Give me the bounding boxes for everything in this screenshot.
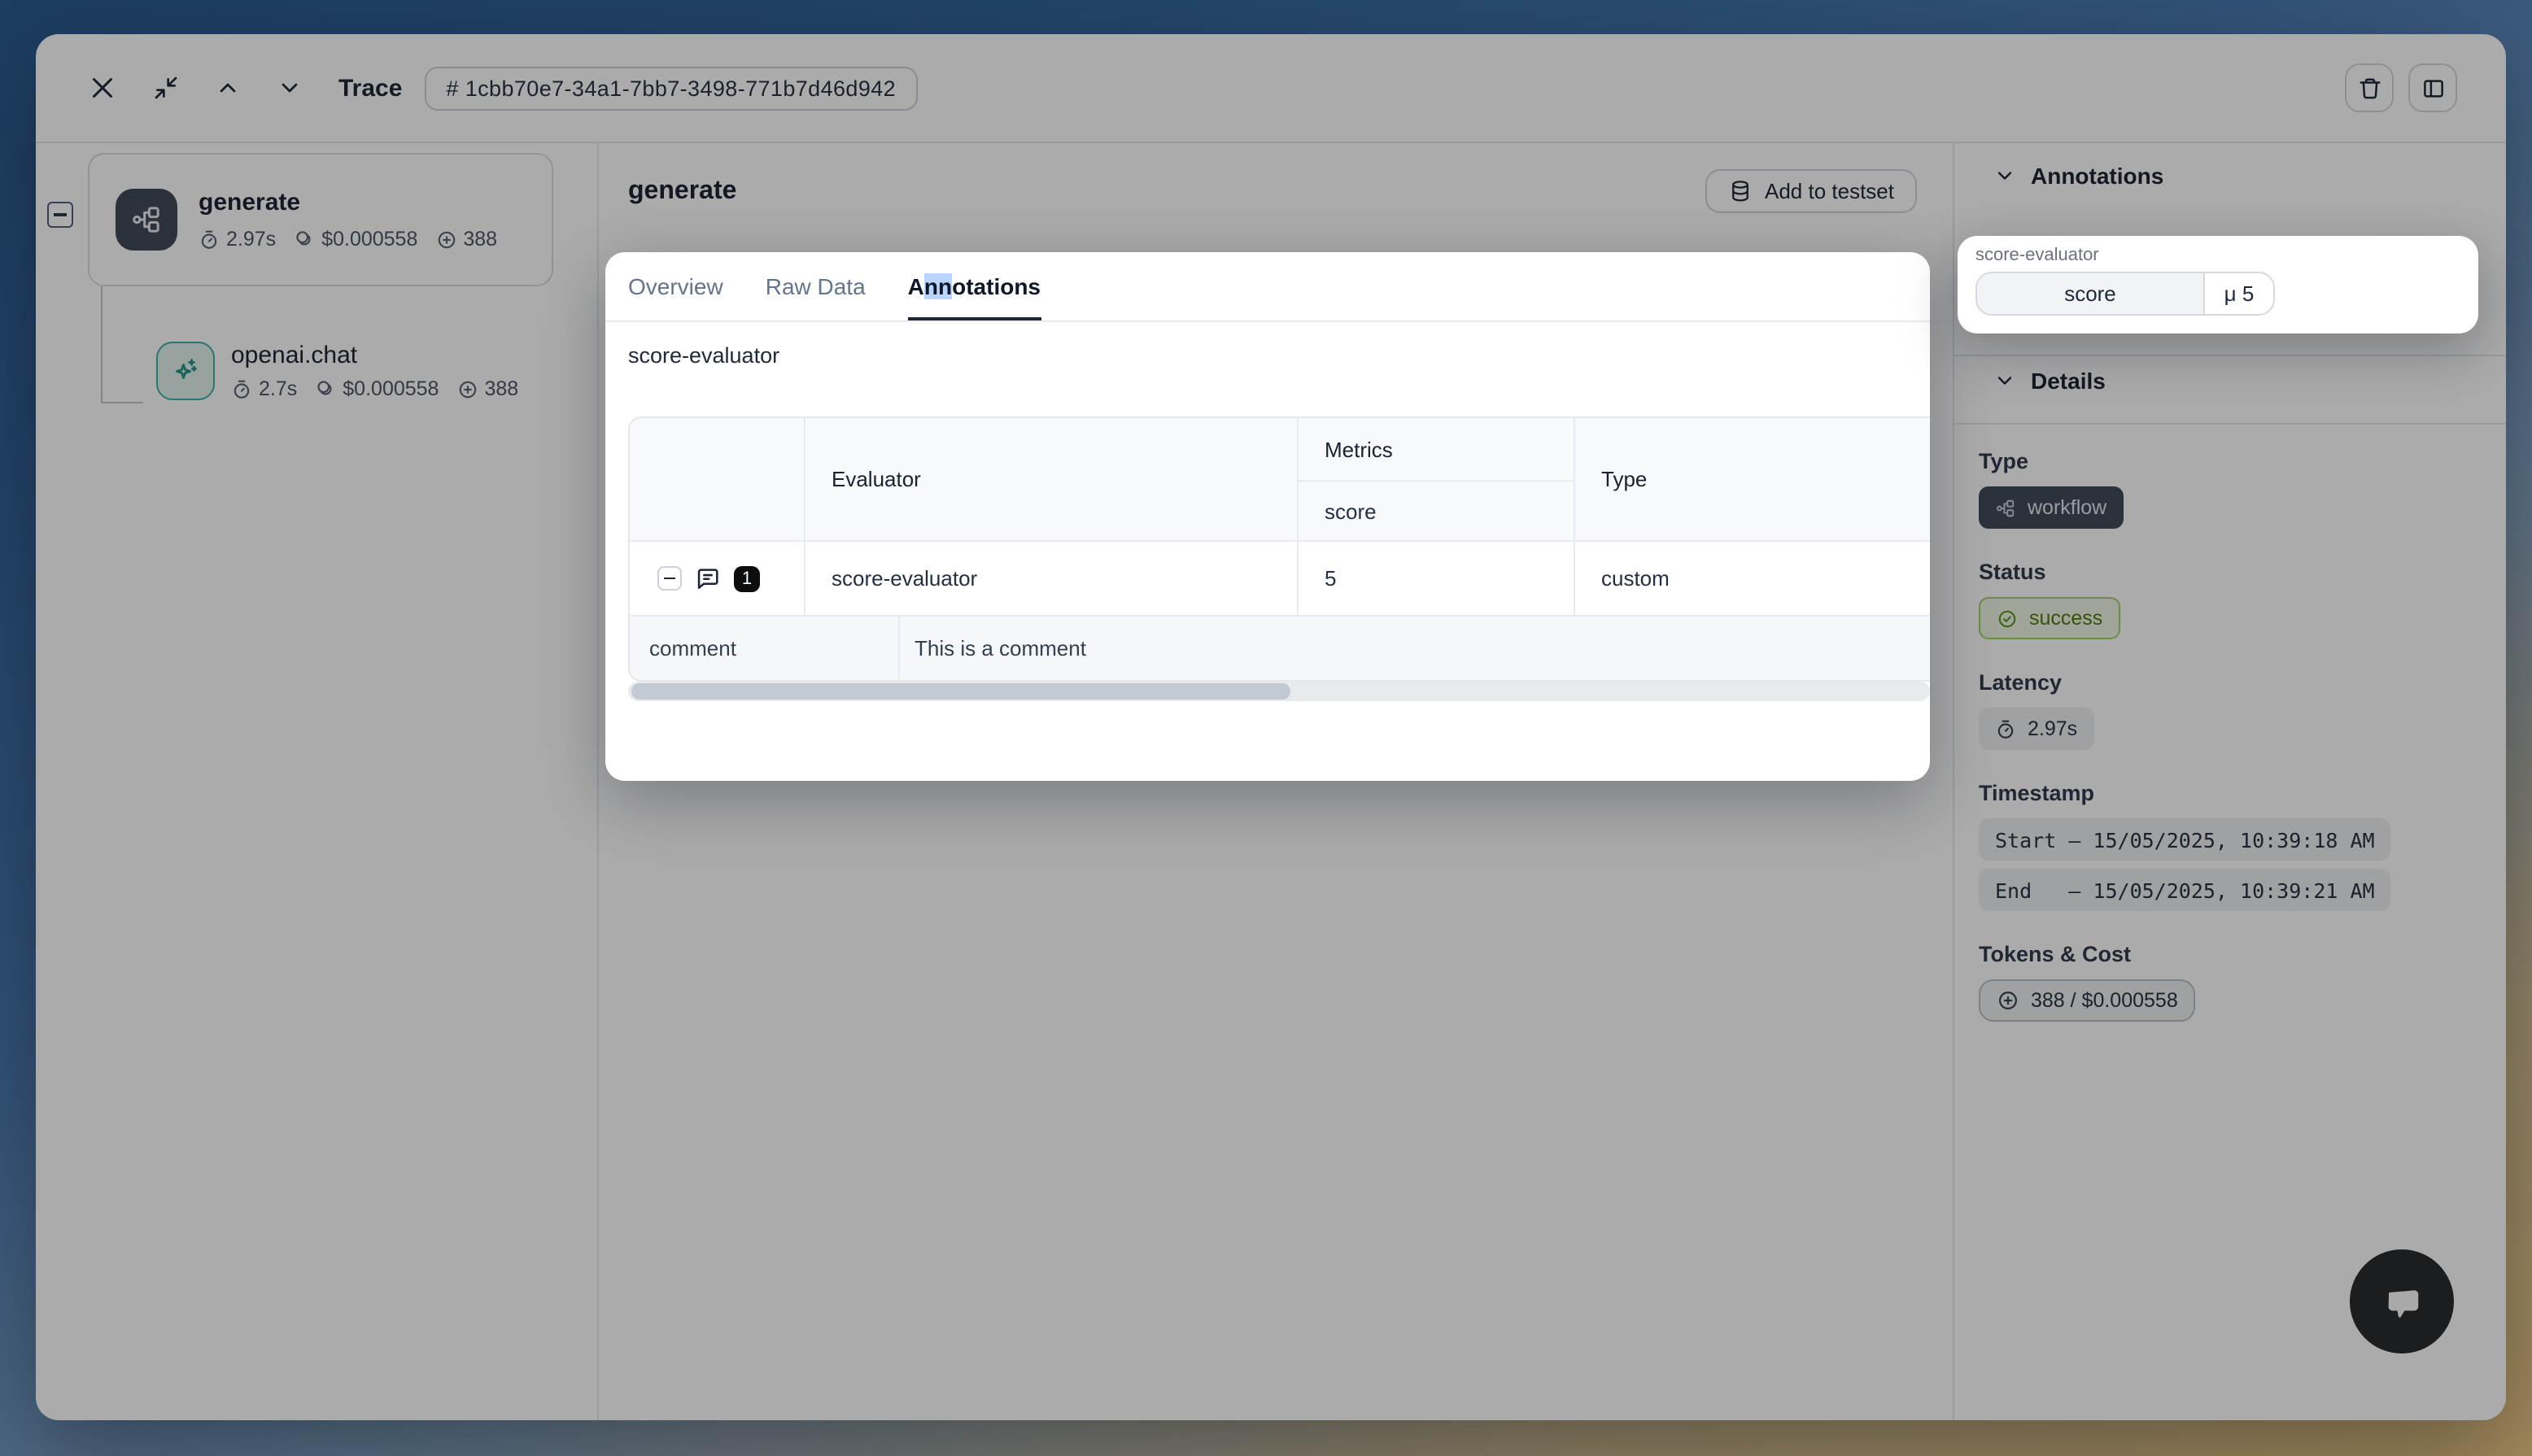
metrics-header-label: Metrics — [1299, 418, 1574, 482]
annotations-table: Evaluator Metrics score Type 1 — [628, 416, 1930, 682]
annotations-card: Overview Raw Data Annotations score-eval… — [605, 252, 1930, 781]
popover-evaluator-label: score-evaluator — [1975, 246, 2460, 265]
type-cell: custom — [1575, 542, 1930, 615]
comment-value-cell: This is a comment — [900, 617, 1930, 680]
type-column-header: Type — [1575, 418, 1930, 540]
annotations-table-wrap: Evaluator Metrics score Type 1 — [628, 416, 1930, 682]
text-selection-highlight: nn — [924, 273, 952, 299]
comment-button[interactable] — [695, 565, 721, 591]
tab-raw-data[interactable]: Raw Data — [766, 252, 866, 320]
page: Trace # 1cbb70e7-34a1-7bb7-3498-771b7d46… — [0, 0, 2532, 1456]
span-tabs: Overview Raw Data Annotations — [605, 252, 1930, 322]
evaluator-column-header: Evaluator — [805, 418, 1299, 540]
row-actions-cell: 1 — [630, 542, 805, 615]
score-cell: 5 — [1299, 542, 1575, 615]
scrollbar-thumb[interactable] — [631, 683, 1290, 700]
score-metric-button[interactable]: score — [1977, 273, 2203, 314]
comment-count-badge[interactable]: 1 — [734, 565, 760, 591]
evaluator-section-title: score-evaluator — [628, 343, 779, 368]
comment-key-cell: comment — [630, 617, 900, 680]
metrics-column-header: Metrics score — [1299, 418, 1575, 540]
table-header-row: Evaluator Metrics score Type — [630, 418, 1930, 540]
metric-name-label: score — [1299, 482, 1574, 540]
tab-annotations[interactable]: Annotations — [908, 252, 1041, 320]
mean-score-value: μ 5 — [2203, 273, 2273, 314]
evaluator-cell: score-evaluator — [805, 542, 1299, 615]
score-annotation-popover: score-evaluator score μ 5 — [1958, 236, 2478, 333]
minus-icon — [664, 577, 675, 579]
row-checkbox-indeterminate[interactable] — [657, 566, 682, 591]
actions-column-header — [630, 418, 805, 540]
horizontal-scrollbar[interactable] — [628, 682, 1930, 701]
comment-row: comment This is a comment — [630, 615, 1930, 680]
score-segmented-control: score μ 5 — [1975, 272, 2275, 316]
table-row: 1 score-evaluator 5 custom — [630, 540, 1930, 615]
tab-overview[interactable]: Overview — [628, 252, 723, 320]
comment-icon — [695, 565, 721, 591]
